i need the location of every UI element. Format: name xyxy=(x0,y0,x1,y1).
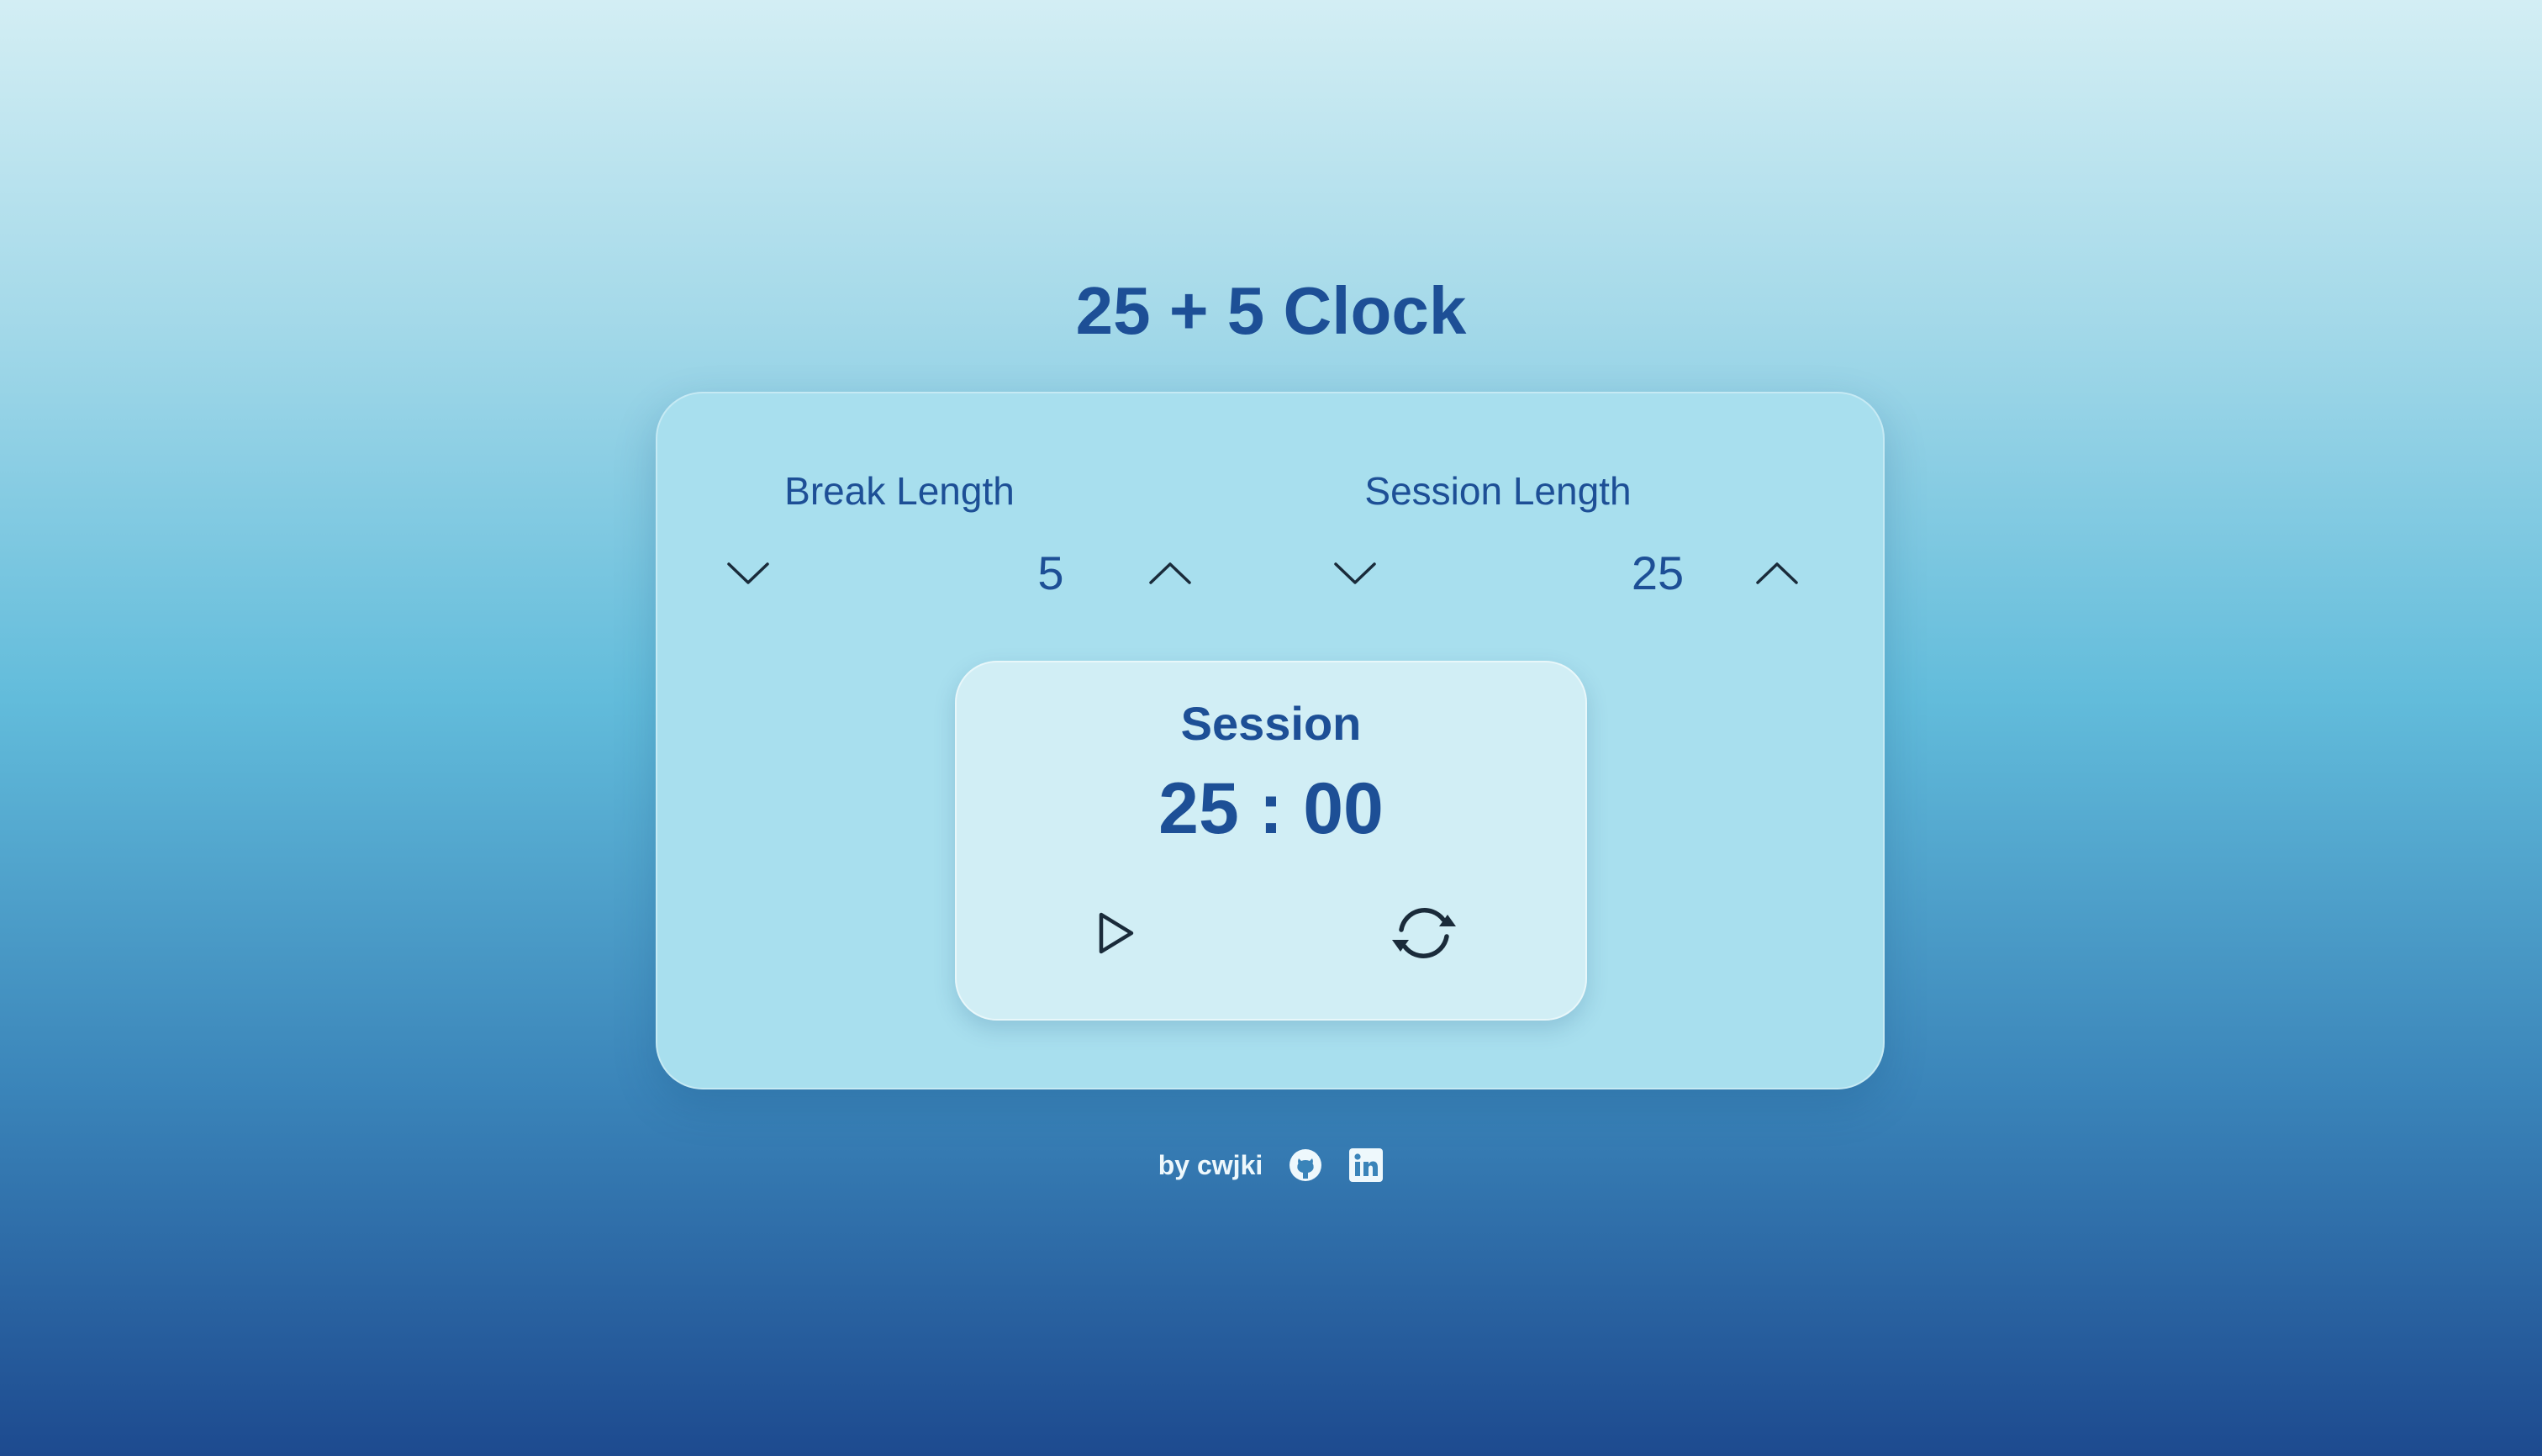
timer-card: Session 25 : 00 xyxy=(955,661,1587,1021)
page-title: 25 + 5 Clock xyxy=(1075,273,1467,348)
refresh-icon xyxy=(1392,908,1456,958)
chevron-down-icon xyxy=(1334,562,1376,584)
chevron-up-icon xyxy=(1149,562,1191,584)
timer-label: Session xyxy=(1180,697,1362,750)
session-increment-button[interactable] xyxy=(1743,540,1811,607)
reset-button[interactable] xyxy=(1382,891,1466,975)
linkedin-icon xyxy=(1349,1148,1384,1182)
author-credit: by cwjki xyxy=(1158,1150,1263,1180)
session-length-value: 25 xyxy=(1631,546,1685,599)
footer: by cwjki xyxy=(0,1143,2542,1187)
break-length-label: Break Length xyxy=(784,469,1015,513)
github-icon xyxy=(1289,1149,1322,1181)
break-decrement-button[interactable] xyxy=(715,540,782,607)
chevron-up-icon xyxy=(1756,562,1798,584)
break-length-value: 5 xyxy=(1037,546,1064,599)
play-button[interactable] xyxy=(1073,891,1157,975)
session-length-label: Session Length xyxy=(1364,469,1632,513)
play-icon xyxy=(1099,912,1134,954)
chevron-down-icon xyxy=(727,562,769,584)
linkedin-link[interactable] xyxy=(1348,1147,1384,1183)
session-decrement-button[interactable] xyxy=(1321,540,1389,607)
break-increment-button[interactable] xyxy=(1137,540,1204,607)
timer-display: 25 : 00 xyxy=(1158,768,1384,849)
github-link[interactable] xyxy=(1288,1147,1323,1183)
